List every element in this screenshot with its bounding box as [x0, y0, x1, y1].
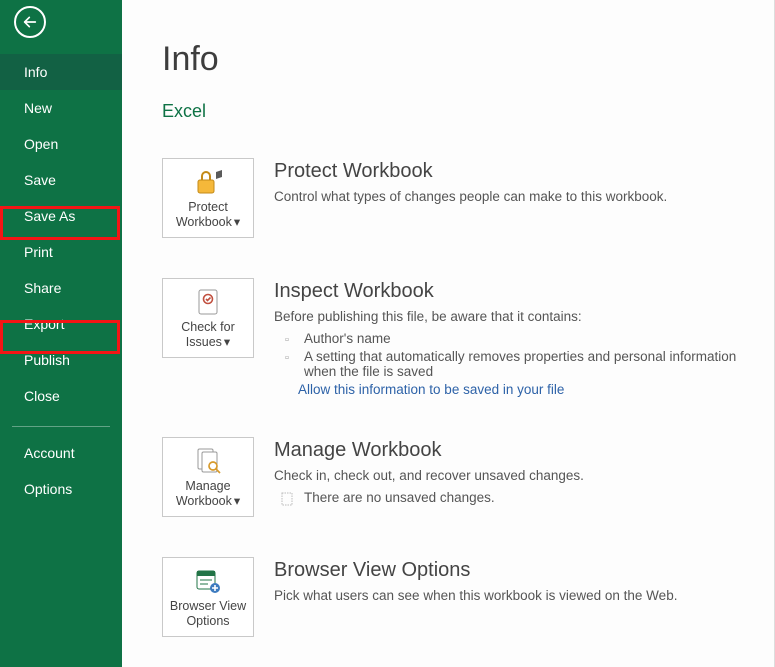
sidebar-item-account[interactable]: Account	[0, 435, 122, 471]
lock-icon	[192, 165, 224, 200]
inspect-bullet: ▫ Author's name	[280, 330, 744, 348]
tile-browser-label: Browser View Options	[167, 599, 249, 630]
tile-protect-workbook[interactable]: Protect Workbook▾	[162, 158, 254, 238]
tile-protect-label: Protect Workbook▾	[167, 200, 249, 231]
sidebar-item-export[interactable]: Export	[0, 306, 122, 342]
page-subtitle: Excel	[162, 101, 744, 122]
section-inspect: Check for Issues▾ Inspect Workbook Befor…	[162, 278, 744, 397]
main-panel: Info Excel Protect Workbook▾ Protect Wor…	[122, 0, 775, 667]
browser-desc: Pick what users can see when this workbo…	[274, 588, 744, 603]
dropdown-caret-icon: ▾	[234, 494, 240, 510]
tile-check-for-issues[interactable]: Check for Issues▾	[162, 278, 254, 358]
manage-status-text: There are no unsaved changes.	[304, 490, 744, 505]
section-manage-body: Manage Workbook Check in, check out, and…	[274, 437, 744, 507]
sidebar-item-open[interactable]: Open	[0, 126, 122, 162]
section-manage: Manage Workbook▾ Manage Workbook Check i…	[162, 437, 744, 517]
dropdown-caret-icon: ▾	[224, 335, 230, 351]
tile-browser-view-options[interactable]: Browser View Options	[162, 557, 254, 637]
sidebar-item-print[interactable]: Print	[0, 234, 122, 270]
section-protect: Protect Workbook▾ Protect Workbook Contr…	[162, 158, 744, 238]
manage-desc: Check in, check out, and recover unsaved…	[274, 468, 744, 483]
protect-desc: Control what types of changes people can…	[274, 189, 744, 204]
sidebar-main-list: Info New Open Save Save As Print Share E…	[0, 54, 122, 507]
browser-heading: Browser View Options	[274, 559, 744, 582]
manage-status-row: There are no unsaved changes.	[280, 489, 744, 507]
browser-view-icon	[193, 564, 223, 599]
square-bullet-icon: ▫	[280, 333, 294, 347]
page-title: Info	[162, 40, 744, 79]
inspect-heading: Inspect Workbook	[274, 280, 744, 303]
document-small-icon	[280, 492, 294, 506]
manage-heading: Manage Workbook	[274, 439, 744, 462]
sidebar-item-save[interactable]: Save	[0, 162, 122, 198]
tile-manage-workbook[interactable]: Manage Workbook▾	[162, 437, 254, 517]
document-magnify-icon	[193, 444, 223, 479]
app-root: Info New Open Save Save As Print Share E…	[0, 0, 775, 667]
sidebar-item-new[interactable]: New	[0, 90, 122, 126]
sidebar-item-publish[interactable]: Publish	[0, 342, 122, 378]
inspect-bullet-text: Author's name	[304, 331, 744, 346]
inspect-allow-link[interactable]: Allow this information to be saved in yo…	[298, 382, 564, 397]
sidebar-item-share[interactable]: Share	[0, 270, 122, 306]
section-browser-body: Browser View Options Pick what users can…	[274, 557, 744, 609]
document-check-icon	[193, 285, 223, 320]
sidebar-item-info[interactable]: Info	[0, 54, 122, 90]
inspect-desc: Before publishing this file, be aware th…	[274, 309, 744, 324]
square-bullet-icon: ▫	[280, 351, 294, 365]
section-browser: Browser View Options Browser View Option…	[162, 557, 744, 637]
inspect-bullet-text: A setting that automatically removes pro…	[304, 349, 744, 379]
sidebar-item-options[interactable]: Options	[0, 471, 122, 507]
inspect-bullet: ▫ A setting that automatically removes p…	[280, 348, 744, 380]
section-protect-body: Protect Workbook Control what types of c…	[274, 158, 744, 210]
tile-manage-label: Manage Workbook▾	[167, 479, 249, 510]
dropdown-caret-icon: ▾	[234, 215, 240, 231]
back-arrow-icon	[22, 14, 38, 30]
protect-heading: Protect Workbook	[274, 160, 744, 183]
tile-check-label: Check for Issues▾	[167, 320, 249, 351]
sidebar-item-saveas[interactable]: Save As	[0, 198, 122, 234]
sidebar: Info New Open Save Save As Print Share E…	[0, 0, 122, 667]
sidebar-header	[0, 0, 122, 54]
sidebar-item-close[interactable]: Close	[0, 378, 122, 414]
back-button[interactable]	[14, 6, 46, 38]
sidebar-separator	[12, 426, 110, 427]
section-inspect-body: Inspect Workbook Before publishing this …	[274, 278, 744, 397]
